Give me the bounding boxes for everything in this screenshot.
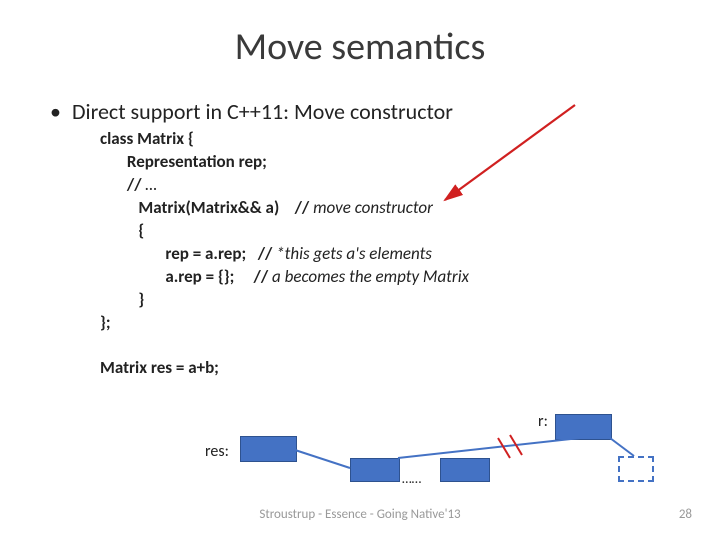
code-l4b: move constructor: [313, 197, 433, 218]
code-l3b: …: [145, 174, 157, 195]
box-data-right: [440, 458, 490, 482]
code-l4a: Matrix(Matrix&& a) //: [100, 197, 313, 218]
bullet-dot: •: [50, 98, 72, 125]
page-number: 28: [679, 507, 692, 522]
code-l6b: *this gets a's elements: [276, 243, 432, 264]
code-l10: Matrix res = a+b;: [100, 357, 219, 378]
code-l1: class Matrix {: [100, 128, 194, 149]
code-l3a: //: [100, 174, 145, 195]
line-r-to-empty: [610, 438, 634, 456]
slide-title: Move semantics: [0, 0, 720, 70]
cross-mark-2: [510, 435, 522, 455]
code-l9: };: [100, 312, 111, 333]
line-res-to-data: [295, 450, 350, 468]
bullet-text: Direct support in C++11: Move constructo…: [72, 98, 453, 125]
footer-text: Stroustrup - Essence - Going Native'13: [0, 507, 720, 522]
code-l7b: a becomes the empty Matrix: [272, 266, 469, 287]
code-l5: {: [100, 220, 144, 241]
box-data-left: [350, 458, 400, 482]
box-r: [555, 414, 612, 440]
code-l2: Representation rep;: [100, 151, 267, 172]
bullet-line: •Direct support in C++11: Move construct…: [50, 98, 453, 125]
slide: Move semantics •Direct support in C++11:…: [0, 0, 720, 540]
code-block: class Matrix { Representation rep; // … …: [100, 128, 469, 380]
box-empty-dashed: [618, 456, 654, 482]
code-l8: }: [100, 289, 144, 310]
cross-mark-1: [498, 438, 510, 458]
res-label: res:: [205, 442, 229, 461]
code-l6a: rep = a.rep; //: [100, 243, 276, 264]
dots-label: ……: [402, 470, 421, 487]
r-label: r:: [538, 412, 548, 431]
code-l7a: a.rep = {}; //: [100, 266, 272, 287]
line-r-to-data: [398, 438, 580, 458]
box-res: [240, 436, 297, 462]
